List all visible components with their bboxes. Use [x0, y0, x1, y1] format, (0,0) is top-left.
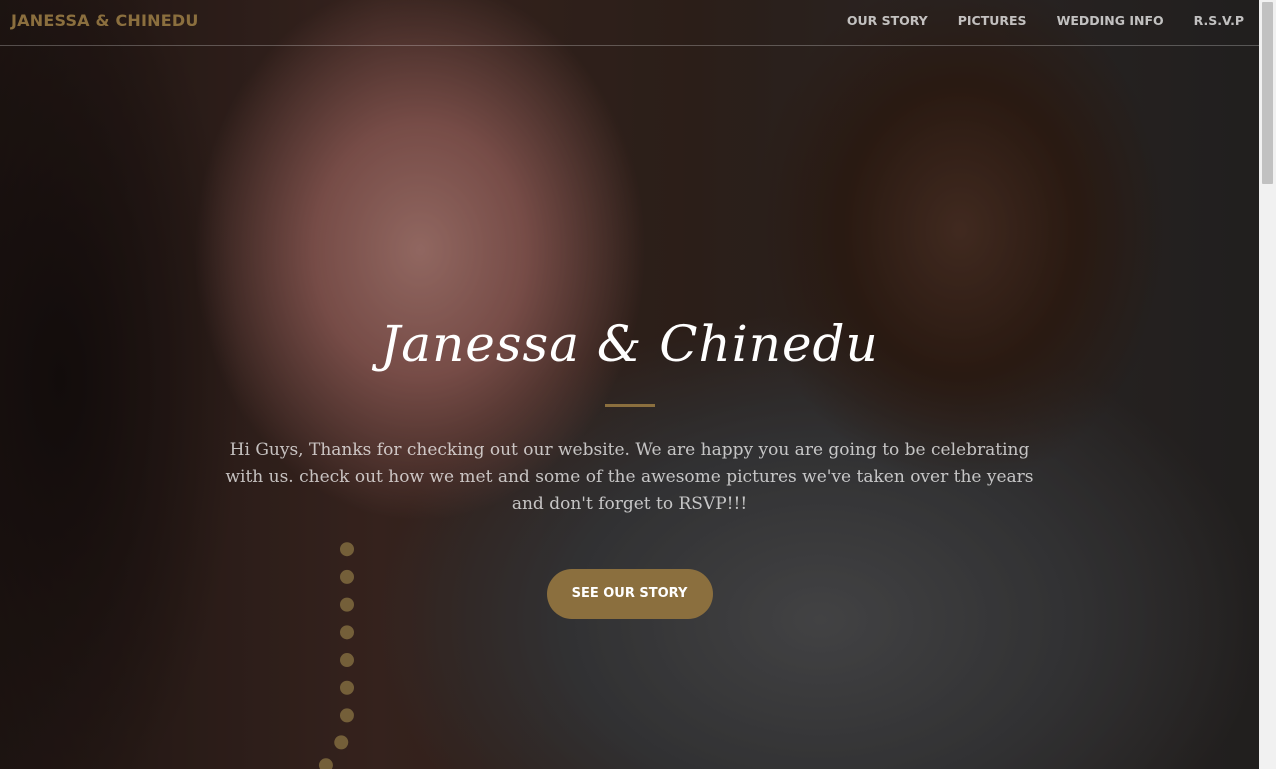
- vertical-scrollbar[interactable]: [1259, 0, 1276, 769]
- brand-link[interactable]: JANESSA & CHINEDU: [11, 11, 199, 30]
- page: JANESSA & CHINEDU OUR STORY PICTURES WED…: [0, 0, 1276, 769]
- hero-text: Hi Guys, Thanks for checking out our web…: [225, 440, 1034, 514]
- nav-link-wedding-info[interactable]: WEDDING INFO: [1057, 13, 1164, 28]
- nav-link-pictures[interactable]: PICTURES: [958, 13, 1027, 28]
- nav-link-rsvp[interactable]: R.S.V.P: [1194, 13, 1244, 28]
- hero-content: Janessa & Chinedu Hi Guys, Thanks for ch…: [0, 300, 1259, 619]
- hero-title: Janessa & Chinedu: [380, 315, 879, 373]
- nav-links: OUR STORY PICTURES WEDDING INFO R.S.V.P: [847, 13, 1244, 28]
- scrollbar-thumb[interactable]: [1262, 2, 1273, 184]
- title-divider: [604, 404, 655, 407]
- navbar: JANESSA & CHINEDU OUR STORY PICTURES WED…: [0, 0, 1259, 46]
- nav-link-our-story[interactable]: OUR STORY: [847, 13, 928, 28]
- see-our-story-button[interactable]: SEE OUR STORY: [546, 569, 713, 619]
